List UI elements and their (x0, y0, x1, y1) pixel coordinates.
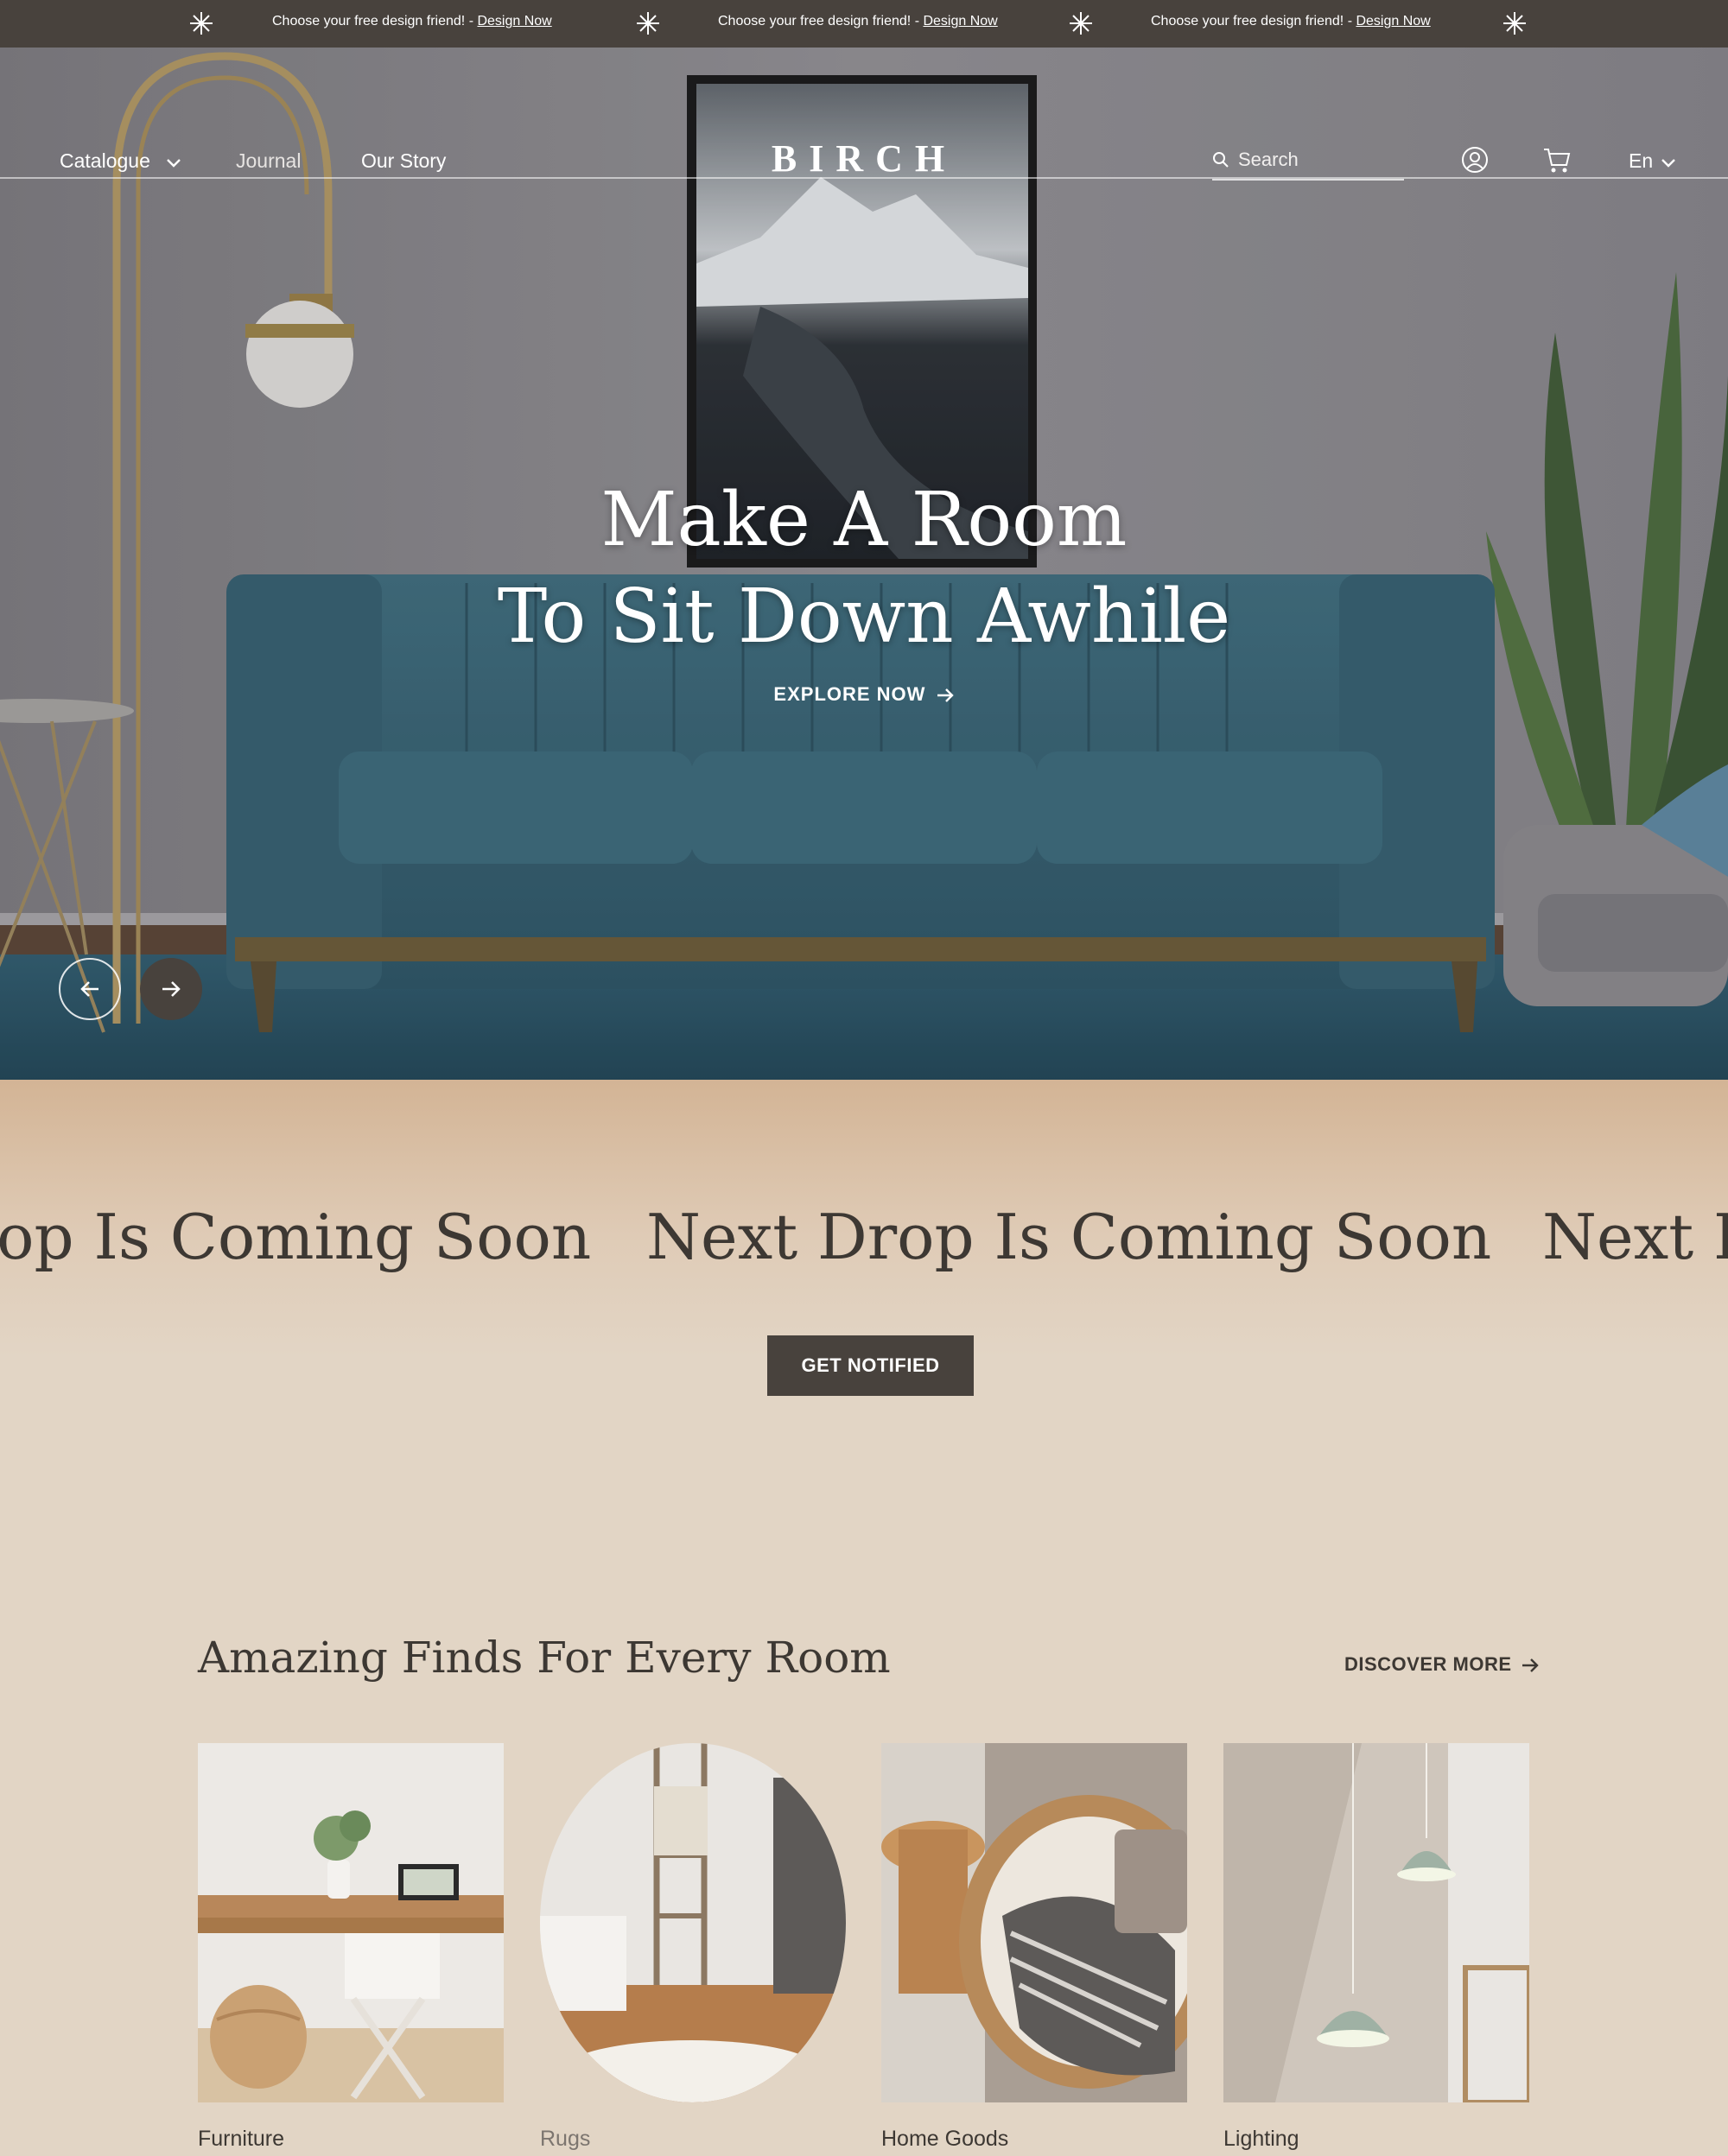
sparkle-icon (1503, 12, 1526, 35)
furniture-image (198, 1743, 504, 2102)
announcement-message: Choose your free design friend! - Design… (272, 14, 552, 29)
announcement-text: Choose your free design friend! - (718, 14, 924, 29)
rugs-image (540, 1743, 846, 2102)
announcement-message: Choose your free design friend! - Design… (718, 14, 998, 29)
arrow-right-icon (1522, 1658, 1539, 1673)
language-label: En (1629, 149, 1654, 172)
announcement-bar: Choose your free design friend! - Design… (0, 0, 1728, 48)
slider-prev-button[interactable] (59, 958, 121, 1020)
design-now-link[interactable]: Design Now (477, 14, 551, 29)
home-goods-image (881, 1743, 1187, 2102)
slider-next-button[interactable] (140, 958, 202, 1020)
arrow-right-icon (937, 688, 954, 703)
marquee-text: Next Drop Is Coming Soon (0, 1201, 592, 1273)
category-card-rugs[interactable]: Rugs (540, 1743, 846, 2156)
category-card-lighting[interactable]: Lighting (1223, 1743, 1529, 2156)
next-drop-section: Next Drop Is Coming Soon Next Drop Is Co… (0, 1080, 1728, 1538)
category-label: Furniture (198, 2127, 285, 2151)
design-now-link[interactable]: Design Now (923, 14, 997, 29)
marquee-text: Next Drop Is Coming Soon (646, 1201, 1492, 1273)
discover-more-link[interactable]: DISCOVER MORE (1344, 1653, 1540, 1676)
lighting-image (1223, 1743, 1529, 2102)
category-label: Home Goods (881, 2127, 1009, 2151)
category-card-home-goods[interactable]: Home Goods (881, 1743, 1187, 2156)
category-label: Rugs (540, 2127, 591, 2151)
next-drop-marquee: Next Drop Is Coming Soon Next Drop Is Co… (0, 1201, 1728, 1296)
get-notified-button[interactable]: GET NOTIFIED (767, 1335, 974, 1396)
discover-more-label: DISCOVER MORE (1344, 1653, 1512, 1675)
language-selector[interactable]: En (1629, 149, 1676, 173)
sparkle-icon (190, 12, 213, 35)
search-icon (1213, 152, 1229, 168)
search-input[interactable] (1238, 146, 1402, 174)
announcement-message: Choose your free design friend! - Design… (1151, 14, 1431, 29)
hero-title-line2: To Sit Down Awhile (497, 574, 1231, 660)
explore-now-label: EXPLORE NOW (773, 683, 926, 705)
marquee-text: Next Drop Is Coming Soon (1542, 1201, 1728, 1273)
announcement-text: Choose your free design friend! - (272, 14, 478, 29)
sparkle-icon (637, 12, 659, 35)
category-label: Lighting (1223, 2127, 1299, 2151)
arrow-left-icon (80, 981, 98, 997)
account-icon[interactable] (1459, 144, 1490, 175)
sparkle-icon (1070, 12, 1092, 35)
hero-banner: Catalogue Journal Our Story BIRCH En Mak… (0, 48, 1728, 1080)
category-card-furniture[interactable]: Furniture (198, 1743, 504, 2156)
search-box[interactable] (1212, 143, 1404, 181)
chevron-down-icon (1661, 159, 1675, 168)
hero-title-line1: Make A Room (600, 477, 1128, 563)
design-now-link[interactable]: Design Now (1356, 14, 1430, 29)
explore-now-link[interactable]: EXPLORE NOW (0, 683, 1728, 706)
cart-icon[interactable] (1541, 144, 1572, 175)
nav-divider (0, 177, 1728, 179)
announcement-text: Choose your free design friend! - (1151, 14, 1356, 29)
arrow-right-icon (162, 981, 181, 997)
finds-title: Amazing Finds For Every Room (198, 1633, 891, 1683)
